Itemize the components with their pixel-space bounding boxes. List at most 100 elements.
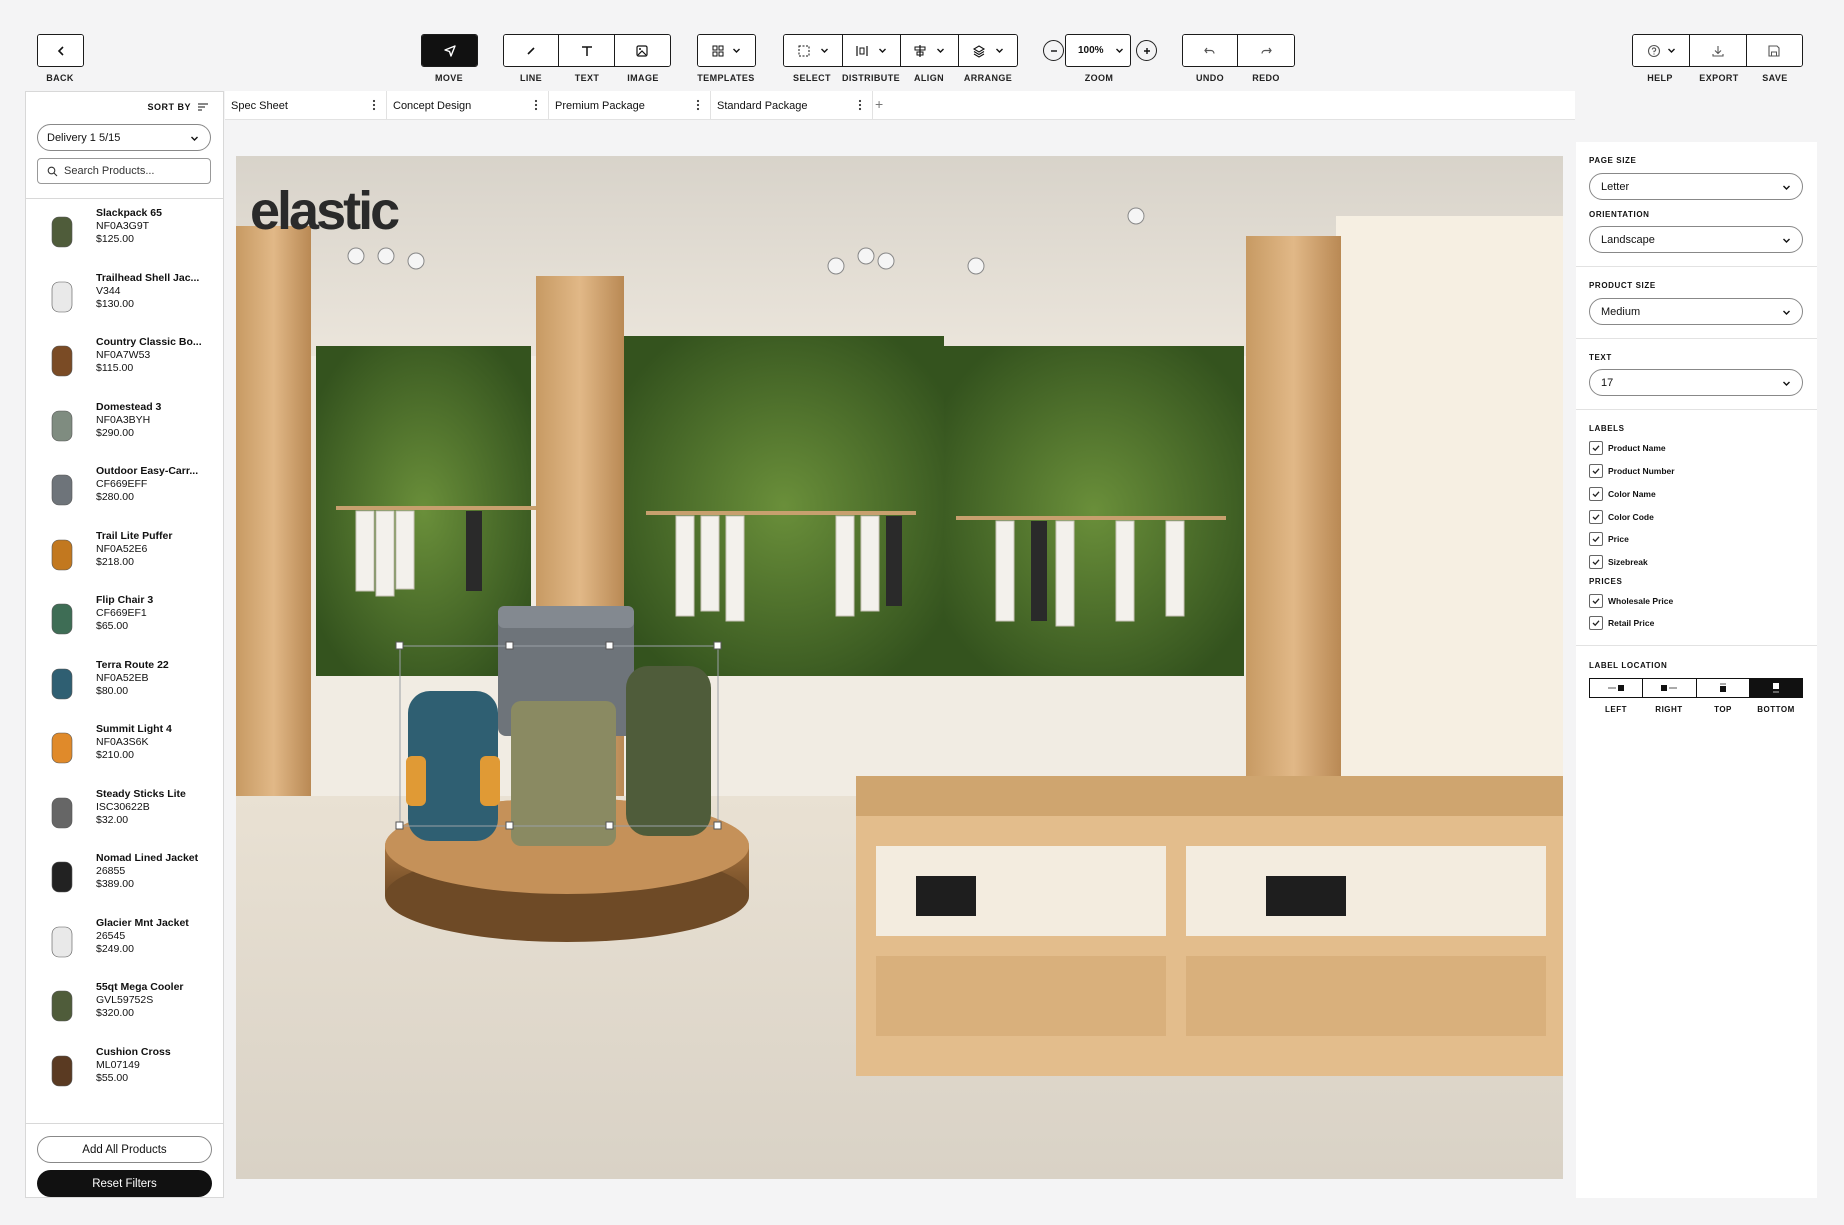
redo-label: REDO bbox=[1252, 73, 1280, 83]
tab-label: Concept Design bbox=[393, 99, 472, 112]
design-canvas[interactable]: elastic bbox=[225, 120, 1575, 1198]
kebab-menu-icon[interactable] bbox=[858, 99, 862, 111]
checkbox-checked-icon[interactable] bbox=[1589, 616, 1603, 630]
product-list-item[interactable]: Cushion Cross ML07149 $55.00 bbox=[26, 1038, 224, 1102]
product-list-item[interactable]: Glacier Mnt Jacket 26545 $249.00 bbox=[26, 909, 224, 973]
select-button[interactable] bbox=[784, 35, 843, 66]
undo-button[interactable] bbox=[1183, 35, 1239, 66]
zoom-select[interactable]: 100% bbox=[1065, 34, 1131, 67]
price-toggle-retail[interactable]: Retail Price bbox=[1589, 616, 1654, 630]
product-thumbnail-icon bbox=[40, 919, 84, 963]
selection-icon bbox=[798, 45, 810, 56]
label-location-top-label: TOP bbox=[1714, 705, 1732, 714]
export-label: EXPORT bbox=[1699, 73, 1739, 83]
label-toggle-product-name[interactable]: Product Name bbox=[1589, 441, 1666, 455]
export-button[interactable] bbox=[1690, 35, 1747, 66]
product-list-item[interactable]: Nomad Lined Jacket 26855 $389.00 bbox=[26, 844, 224, 908]
checkbox-checked-icon[interactable] bbox=[1589, 487, 1603, 501]
product-thumbnail-icon bbox=[40, 661, 84, 705]
help-icon bbox=[1647, 44, 1660, 57]
distribute-button[interactable] bbox=[842, 35, 901, 66]
price-toggle-wholesale[interactable]: Wholesale Price bbox=[1589, 594, 1673, 608]
label-toggle-color-code[interactable]: Color Code bbox=[1589, 510, 1654, 524]
align-button[interactable] bbox=[901, 35, 959, 66]
tab-premium-package[interactable]: Premium Package bbox=[549, 91, 711, 120]
label-location-left[interactable] bbox=[1590, 679, 1644, 697]
page-size-select[interactable]: Letter bbox=[1589, 173, 1803, 200]
checkbox-checked-icon[interactable] bbox=[1589, 594, 1603, 608]
kebab-menu-icon[interactable] bbox=[534, 99, 538, 111]
label-toggle-price[interactable]: Price bbox=[1589, 532, 1629, 546]
line-button[interactable] bbox=[504, 35, 560, 66]
move-label: MOVE bbox=[434, 73, 464, 83]
search-input[interactable]: Search Products... bbox=[37, 158, 211, 184]
product-panel: SORT BY Delivery 1 5/15 Search Products.… bbox=[25, 91, 224, 1198]
orientation-value: Landscape bbox=[1601, 233, 1655, 246]
product-name: Glacier Mnt Jacket bbox=[96, 916, 189, 929]
product-list-item[interactable]: Flip Chair 3 CF669EF1 $65.00 bbox=[26, 586, 224, 650]
product-list-item[interactable]: Outdoor Easy-Carr... CF669EFF $280.00 bbox=[26, 457, 224, 521]
product-list-item[interactable]: Country Classic Bo... NF0A7W53 $115.00 bbox=[26, 328, 224, 392]
add-all-products-button[interactable]: Add All Products bbox=[37, 1136, 212, 1163]
store-scene-image: elastic bbox=[236, 156, 1563, 1179]
sort-by-button[interactable]: SORT BY bbox=[147, 102, 209, 112]
label-toggle-sizebreak[interactable]: Sizebreak bbox=[1589, 555, 1648, 569]
product-list-item[interactable]: Terra Route 22 NF0A52EB $80.00 bbox=[26, 651, 224, 715]
tab-concept-design[interactable]: Concept Design bbox=[387, 91, 549, 120]
zoom-out-button[interactable] bbox=[1043, 40, 1064, 61]
text-size-select[interactable]: 17 bbox=[1589, 369, 1803, 396]
label-location-right[interactable] bbox=[1643, 679, 1697, 697]
label-toggle-product-number[interactable]: Product Number bbox=[1589, 464, 1675, 478]
product-thumbnail-icon bbox=[40, 403, 84, 447]
product-name: Summit Light 4 bbox=[96, 723, 172, 735]
checkbox-checked-icon[interactable] bbox=[1589, 510, 1603, 524]
product-list-item[interactable]: Domestead 3 NF0A3BYH $290.00 bbox=[26, 393, 224, 457]
text-button[interactable] bbox=[559, 35, 615, 66]
tab-spec-sheet[interactable]: Spec Sheet bbox=[225, 91, 387, 120]
checkbox-checked-icon[interactable] bbox=[1589, 532, 1603, 546]
templates-button[interactable] bbox=[698, 35, 755, 66]
zoom-in-button[interactable] bbox=[1136, 40, 1157, 61]
product-size-select[interactable]: Medium bbox=[1589, 298, 1803, 325]
checkbox-checked-icon[interactable] bbox=[1589, 464, 1603, 478]
checkbox-checked-icon[interactable] bbox=[1589, 555, 1603, 569]
arrange-button[interactable] bbox=[958, 35, 1017, 66]
product-list-item[interactable]: Slackpack 65 NF0A3G9T $125.00 bbox=[26, 199, 224, 263]
brand-logo[interactable]: elastic bbox=[250, 180, 400, 242]
download-icon bbox=[1712, 45, 1724, 57]
label-toggle-color-name[interactable]: Color Name bbox=[1589, 487, 1656, 501]
product-list-item[interactable]: Trailhead Shell Jac... V344 $130.00 bbox=[26, 264, 224, 328]
move-group bbox=[421, 34, 478, 67]
help-button[interactable] bbox=[1633, 35, 1691, 66]
tab-label: Spec Sheet bbox=[231, 99, 288, 112]
product-thumbnail-icon bbox=[40, 790, 84, 834]
product-list-item[interactable]: Summit Light 4 NF0A3S6K $210.00 bbox=[26, 715, 224, 779]
product-price: $280.00 bbox=[96, 491, 134, 503]
move-button[interactable] bbox=[422, 35, 477, 66]
add-tab-icon[interactable]: + bbox=[875, 96, 883, 112]
text-size-label: TEXT bbox=[1589, 353, 1612, 362]
checkbox-label: Wholesale Price bbox=[1608, 596, 1674, 606]
label-location-bottom[interactable] bbox=[1749, 679, 1802, 697]
checkbox-checked-icon[interactable] bbox=[1589, 441, 1603, 455]
redo-button[interactable] bbox=[1238, 35, 1294, 66]
tab-standard-package[interactable]: Standard Package bbox=[711, 91, 873, 120]
product-code: NF0A52E6 bbox=[96, 542, 148, 555]
reset-filters-button[interactable]: Reset Filters bbox=[37, 1170, 212, 1197]
back-group bbox=[37, 34, 84, 67]
product-panel-footer: Add All Products Reset Filters bbox=[26, 1123, 224, 1197]
image-button[interactable] bbox=[614, 35, 670, 66]
product-price: $249.00 bbox=[96, 942, 134, 955]
label-location-top[interactable] bbox=[1697, 679, 1750, 697]
product-name: Terra Route 22 bbox=[96, 658, 169, 671]
kebab-menu-icon[interactable] bbox=[696, 99, 700, 111]
product-list-item[interactable]: 55qt Mega Cooler GVL59752S $320.00 bbox=[26, 973, 224, 1037]
product-list-item[interactable]: Trail Lite Puffer NF0A52E6 $218.00 bbox=[26, 522, 224, 586]
back-button[interactable] bbox=[38, 35, 83, 66]
product-list-item[interactable]: Steady Sticks Lite ISC30622B $32.00 bbox=[26, 780, 224, 844]
save-button[interactable] bbox=[1746, 35, 1802, 66]
product-thumbnail-icon bbox=[40, 274, 84, 318]
orientation-select[interactable]: Landscape bbox=[1589, 226, 1803, 253]
kebab-menu-icon[interactable] bbox=[372, 99, 376, 111]
delivery-select[interactable]: Delivery 1 5/15 bbox=[37, 124, 211, 151]
